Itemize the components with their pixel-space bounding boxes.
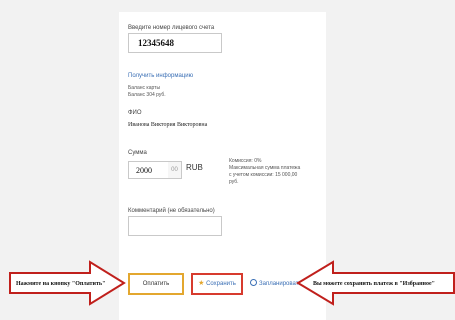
sum-value: 2000 (136, 166, 152, 175)
save-callout-text: Вы можете сохранить платеж в "Избранное" (313, 281, 435, 287)
clock-icon (250, 279, 257, 286)
save-button[interactable]: ★ Сохранить (191, 273, 243, 295)
sum-label: Сумма (128, 150, 147, 156)
account-number-label: Введите номер лицевого счета (128, 25, 215, 31)
account-number-input[interactable]: 12345648 (128, 33, 222, 53)
commission-max-line2: с учетом комиссии: 15 000,00 (229, 172, 298, 178)
get-info-link[interactable]: Получить информацию (128, 73, 193, 79)
commission-rate: Комиссия: 0% (229, 158, 262, 164)
currency-label: RUB (186, 163, 203, 172)
schedule-link[interactable]: Запланировать (250, 279, 302, 287)
save-button-label: Сохранить (206, 281, 236, 287)
star-icon: ★ (198, 280, 205, 287)
pay-button[interactable]: Оплатить (128, 273, 184, 295)
account-number-value: 12345648 (138, 38, 174, 48)
pay-callout-text: Нажмите на кнопку "Оплатить" (16, 281, 106, 287)
schedule-label: Запланировать (259, 281, 302, 287)
comment-input[interactable] (128, 216, 222, 236)
sum-input[interactable]: 2000 (128, 161, 169, 179)
commission-max-line1: Максимальная сумма платежа (229, 165, 301, 171)
balance-value: Баланс 304 руб. (128, 92, 166, 98)
balance-label: Баланс карты (128, 85, 161, 91)
fio-value: Иванова Виктория Викторовна (128, 122, 208, 128)
fio-label: ФИО (128, 110, 142, 116)
commission-max-line3: руб. (229, 179, 239, 185)
sum-cents-field[interactable]: 00 (168, 161, 182, 179)
comment-label: Комментарий (не обязательно) (128, 208, 215, 214)
